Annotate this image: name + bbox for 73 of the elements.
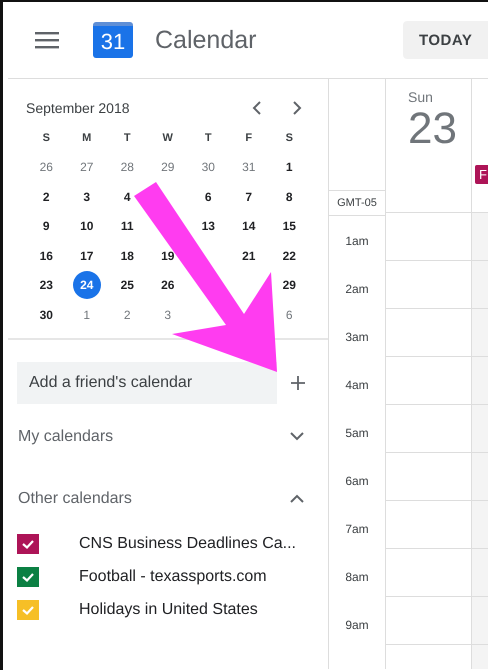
- chevron-right-icon[interactable]: [292, 101, 302, 115]
- weekday-label: F: [244, 130, 254, 146]
- hour-label: 6am: [345, 474, 369, 490]
- date-cell[interactable]: 29: [282, 279, 296, 292]
- chevron-icon[interactable]: [290, 432, 304, 441]
- plus-icon[interactable]: [291, 376, 305, 390]
- date-cell[interactable]: 21: [242, 250, 256, 262]
- hour-label: 4am: [345, 378, 369, 394]
- date-number: 23: [408, 105, 458, 154]
- weekday-label: S: [284, 130, 294, 146]
- date-cell[interactable]: 30: [202, 161, 215, 174]
- calendar-logo: 31: [93, 22, 133, 58]
- date-cell[interactable]: 17: [80, 250, 94, 262]
- date-cell[interactable]: 28: [120, 161, 134, 174]
- date-cell[interactable]: 25: [120, 279, 134, 292]
- date-cell[interactable]: 16: [40, 250, 53, 262]
- checkbox[interactable]: [17, 534, 39, 554]
- hour-label: 3am: [345, 330, 369, 346]
- calendar-name: Holidays in United States: [79, 601, 258, 619]
- date-cell[interactable]: 3: [83, 190, 90, 203]
- date-cell[interactable]: 1: [83, 308, 90, 321]
- date-cell[interactable]: 26: [161, 279, 174, 292]
- hour-label: 1am: [345, 234, 369, 250]
- date-cell[interactable]: 2: [42, 190, 50, 203]
- hour-label: 2am: [345, 282, 369, 298]
- weekday-label: T: [204, 130, 213, 146]
- date-cell[interactable]: 24: [72, 271, 101, 300]
- section-title[interactable]: My calendars: [18, 428, 114, 446]
- date-cell[interactable]: 15: [282, 220, 296, 232]
- date-cell[interactable]: 10: [80, 220, 94, 232]
- app-title: Calendar: [155, 26, 256, 54]
- date-cell[interactable]: 18: [120, 250, 134, 262]
- timezone-label: GMT-05: [329, 190, 385, 216]
- date-cell[interactable]: 11: [120, 220, 134, 232]
- chevron-left-icon[interactable]: [252, 101, 262, 115]
- weekday-label: S: [42, 130, 51, 146]
- date-cell[interactable]: 13: [202, 220, 215, 232]
- add-friend-field[interactable]: Add a friend's calendar: [17, 362, 277, 404]
- hour-label: 9am: [345, 618, 369, 634]
- checkbox[interactable]: [17, 567, 39, 587]
- weekday-label: Sun: [408, 89, 434, 105]
- date-cell[interactable]: 30: [40, 308, 53, 321]
- date-cell[interactable]: 26: [40, 161, 53, 174]
- date-cell[interactable]: 23: [40, 279, 53, 292]
- date-cell[interactable]: 29: [161, 161, 174, 174]
- chevron-icon[interactable]: [290, 494, 304, 503]
- event-chip[interactable]: F: [475, 165, 488, 184]
- date-cell[interactable]: 7: [245, 190, 252, 203]
- date-cell[interactable]: 6: [286, 308, 293, 321]
- month-label: September 2018: [26, 100, 131, 116]
- date-cell[interactable]: 22: [282, 250, 296, 262]
- date-cell[interactable]: 6: [204, 190, 212, 203]
- date-cell[interactable]: 1: [286, 161, 293, 174]
- weekday-label: M: [81, 130, 92, 146]
- date-cell[interactable]: 31: [242, 161, 256, 174]
- date-cell[interactable]: 8: [286, 190, 293, 203]
- date-cell[interactable]: 14: [242, 220, 256, 232]
- weekday-label: T: [122, 130, 132, 146]
- hour-label: 7am: [345, 522, 369, 538]
- calendar-name: Football - texassports.com: [79, 568, 267, 586]
- section-title[interactable]: Other calendars: [18, 490, 132, 508]
- date-cell[interactable]: 2: [124, 308, 131, 321]
- date-cell[interactable]: 19: [161, 250, 174, 262]
- weekday-label: W: [162, 130, 174, 146]
- date-cell[interactable]: 3: [164, 308, 172, 321]
- date-cell[interactable]: 4: [124, 190, 131, 203]
- calendar-name: CNS Business Deadlines Ca...: [79, 535, 296, 553]
- hour-label: 8am: [345, 570, 369, 586]
- menu-icon[interactable]: [35, 31, 59, 49]
- date-cell[interactable]: 27: [80, 161, 94, 174]
- date-cell[interactable]: 9: [42, 220, 50, 232]
- hour-label: 5am: [345, 426, 369, 442]
- today-button[interactable]: TODAY: [403, 21, 488, 59]
